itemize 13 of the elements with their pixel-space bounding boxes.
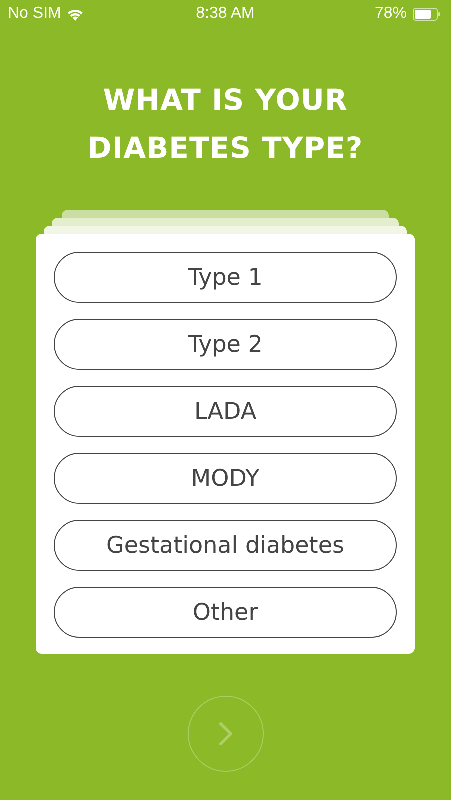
battery-icon [413,8,441,20]
wifi-icon [67,8,84,20]
option-button[interactable]: Type 1 [54,252,397,303]
option-button[interactable]: MODY [54,453,397,504]
option-button[interactable]: Other [54,587,397,638]
carrier-label: No SIM [8,5,62,23]
question-title: WHAT IS YOUR DIABETES TYPE? [86,82,364,167]
option-button[interactable]: Type 2 [54,319,397,370]
clock-time: 8:38 AM [196,5,255,23]
option-button[interactable]: LADA [54,386,397,437]
chevron-icon [218,721,234,747]
battery-percent: 78% [374,5,407,23]
option-button[interactable]: Gestational diabetes [54,520,397,571]
